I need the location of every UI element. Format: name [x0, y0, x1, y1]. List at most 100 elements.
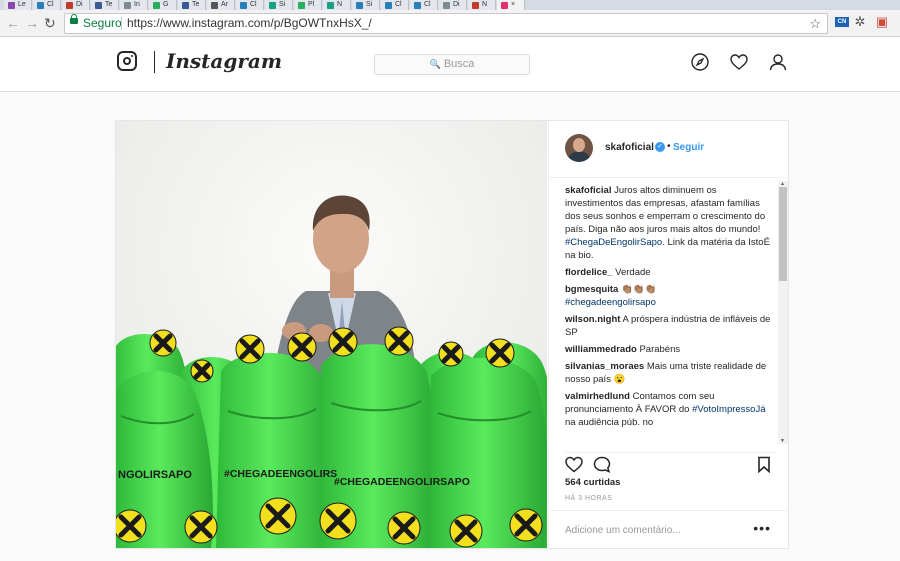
tab-label: Cl [395, 1, 402, 8]
browser-tab[interactable]: Cl [33, 0, 61, 10]
extension-icon[interactable]: CN [834, 14, 850, 30]
comment-username[interactable]: williammedrado [565, 344, 637, 355]
list-item: valmirhedlund Contamos com seu pronuncia… [565, 390, 775, 429]
browser-tab[interactable]: Pl [294, 0, 322, 10]
bookmark-star-icon[interactable]: ☆ [809, 14, 821, 33]
back-icon[interactable]: ← [6, 14, 20, 32]
tab-favicon-icon [240, 2, 247, 9]
browser-tab[interactable]: Di [62, 0, 90, 10]
tab-label: Te [192, 1, 200, 8]
post-header: skafoficial ✓ • Seguir [549, 121, 789, 178]
address-bar[interactable]: Seguro https://www.instagram.com/p/BgOWT… [64, 13, 828, 34]
comment-text: Parabéns [639, 344, 681, 355]
tab-favicon-icon [501, 2, 508, 9]
tab-label: Pl [308, 1, 315, 8]
heart-icon[interactable] [729, 53, 749, 73]
comment-text: Verdade [615, 267, 651, 278]
user-icon[interactable] [768, 53, 788, 73]
instagram-wordmark[interactable]: Instagram [166, 49, 282, 73]
tab-label: N [337, 1, 343, 8]
comment-bubble-icon[interactable] [593, 456, 611, 479]
forward-icon[interactable]: → [25, 14, 39, 32]
comment-username[interactable]: silvanias_moraes [565, 361, 644, 372]
browser-tab[interactable]: × [497, 0, 525, 10]
scroll-down-icon[interactable]: ▼ [780, 438, 785, 444]
comment-hashtag[interactable]: #VotoImpressoJá [692, 404, 765, 415]
search-input[interactable]: 🔍 Busca [374, 54, 530, 75]
comment-username[interactable]: flordelice_ [565, 267, 613, 278]
tab-label: × [511, 1, 516, 8]
browser-tab[interactable]: Te [91, 0, 119, 10]
follow-button[interactable]: Seguir [673, 142, 704, 153]
verified-badge-icon: ✓ [655, 142, 665, 152]
like-heart-icon[interactable] [565, 456, 583, 479]
tab-label: Le [18, 1, 26, 8]
comment-username[interactable]: wilson.night [565, 314, 620, 325]
tab-label: Cl [250, 1, 257, 8]
browser-tab[interactable]: G [149, 0, 177, 10]
comment-hashtag[interactable]: #chegadeengolirsapo [565, 297, 656, 308]
browser-tab[interactable]: In [120, 0, 148, 10]
tab-favicon-icon [385, 2, 392, 9]
comment-input[interactable]: Adicione um comentário... [565, 525, 681, 536]
tab-favicon-icon [356, 2, 363, 9]
post-actions [565, 452, 777, 475]
browser-tab[interactable]: Cl [381, 0, 409, 10]
tab-label: Di [453, 1, 460, 8]
comment-scrollbar[interactable]: ▲ ▼ [778, 181, 788, 444]
tab-label: Si [366, 1, 373, 8]
browser-tab[interactable]: N [468, 0, 496, 10]
tab-favicon-icon [327, 2, 334, 9]
list-item: flordelice_ Verdade [565, 266, 775, 279]
browser-tab[interactable]: Di [439, 0, 467, 10]
browser-tab[interactable]: Si [352, 0, 380, 10]
scroll-thumb[interactable] [779, 187, 787, 281]
instagram-logo-icon[interactable] [117, 51, 137, 71]
banner-text-3: #CHEGADEENGOLIRSAPO [334, 476, 470, 488]
lock-icon [70, 14, 78, 24]
browser-tab[interactable]: Cl [410, 0, 438, 10]
tab-label: N [482, 1, 488, 8]
caption-username[interactable]: skafoficial [565, 185, 611, 196]
tab-favicon-icon [298, 2, 305, 9]
timestamp: HÁ 3 HORAS [565, 495, 613, 502]
browser-tab[interactable]: Te [178, 0, 206, 10]
browser-tab[interactable]: Si [265, 0, 293, 10]
browser-tab[interactable]: Le [4, 0, 32, 10]
post-card: NGOLIRSAPO #CHEGADEENGOLIRS #CHEGADEENGO… [115, 120, 789, 549]
browser-tab[interactable]: N [323, 0, 351, 10]
more-options-icon[interactable]: ••• [753, 520, 771, 536]
tab-favicon-icon [8, 2, 15, 9]
comment-username[interactable]: valmirhedlund [565, 391, 630, 402]
comment-text: na audiência púb. no [565, 417, 654, 428]
post-photo[interactable]: NGOLIRSAPO #CHEGADEENGOLIRS #CHEGADEENGO… [116, 121, 547, 548]
list-item: williammedrado Parabéns [565, 343, 775, 356]
banner-text-1: NGOLIRSAPO [118, 469, 192, 481]
compass-icon[interactable] [690, 53, 710, 73]
tab-label: G [163, 1, 169, 8]
tab-favicon-icon [124, 2, 131, 9]
likes-count[interactable]: 564 curtidas [565, 477, 620, 488]
caption: skafoficial Juros altos diminuem os inve… [565, 184, 775, 262]
tab-favicon-icon [66, 2, 73, 9]
notes-extension-icon[interactable]: ▣ [874, 14, 890, 30]
post-sidebar: skafoficial ✓ • Seguir skafoficial Juros… [548, 121, 789, 548]
tab-favicon-icon [153, 2, 160, 9]
secure-label: Seguro [83, 16, 122, 30]
banner-text-2: #CHEGADEENGOLIRS [224, 468, 337, 480]
reload-icon[interactable]: ↻ [44, 14, 56, 32]
tab-favicon-icon [211, 2, 218, 9]
bookmark-icon[interactable] [757, 456, 771, 479]
url-text[interactable]: https://www.instagram.com/p/BgOWTnxHsX_/ [127, 14, 372, 33]
browser-tab[interactable]: Cl [236, 0, 264, 10]
comment-username[interactable]: bgmesquita [565, 284, 618, 295]
caption-hashtag[interactable]: #ChegaDeEngolirSapo [565, 237, 662, 248]
avatar[interactable] [565, 134, 593, 162]
comment-box: Adicione um comentário... ••• [549, 510, 789, 549]
post-username[interactable]: skafoficial [605, 142, 654, 153]
browser-tab[interactable]: Ar [207, 0, 235, 10]
list-item: silvanias_moraes Mais uma triste realida… [565, 360, 775, 386]
settings-extension-icon[interactable]: ✲ [852, 14, 868, 30]
list-item: bgmesquita 👏🏽👏🏽👏🏽 #chegadeengolirsapo [565, 283, 775, 309]
tab-label: Di [76, 1, 83, 8]
